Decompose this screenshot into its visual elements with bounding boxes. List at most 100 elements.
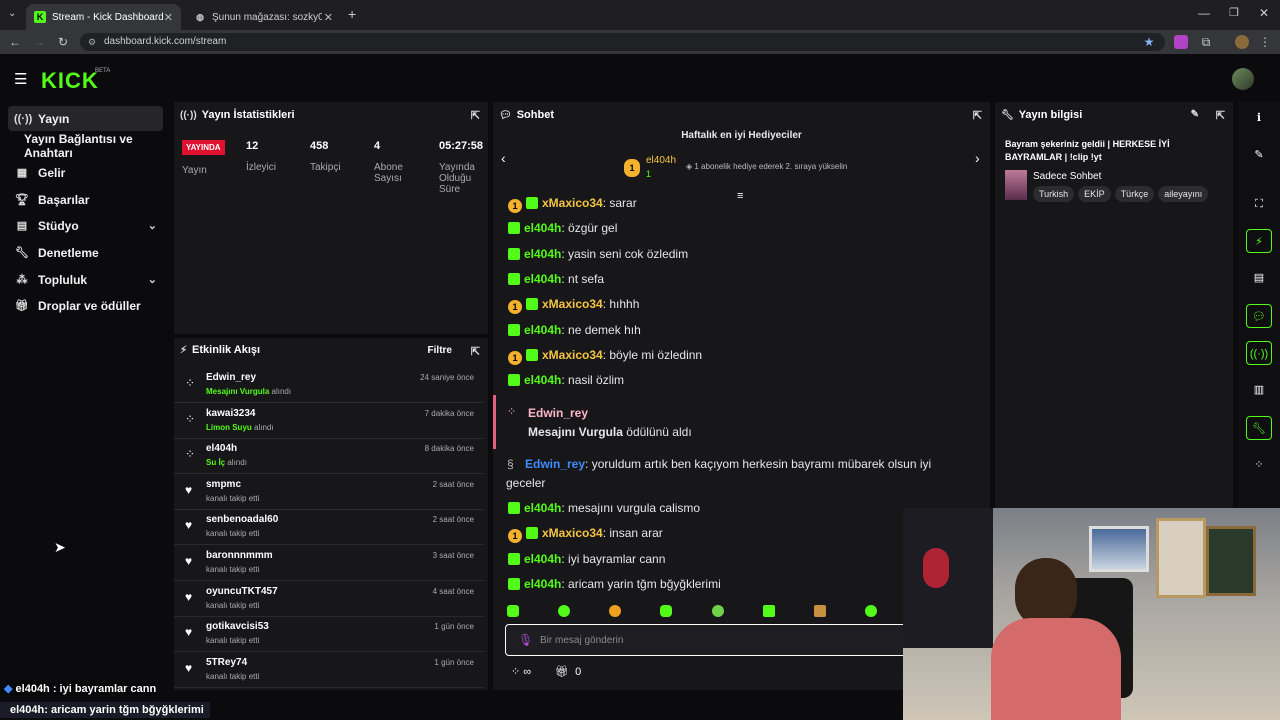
sidebar-item-stream[interactable]: ((·)) Yayın [8,106,163,131]
clipboard-icon[interactable]: ▤ [1246,266,1272,290]
minimize-icon[interactable]: — [1198,6,1210,20]
layout-icon[interactable]: ▥ [1246,378,1272,402]
popout-icon[interactable]: ⇱ [471,109,480,122]
event-row[interactable]: ♥ oyuncuTKT457 kanalı takip etti 4 saat önc… [174,582,484,617]
info-icon[interactable]: ℹ [1246,106,1272,130]
event-username[interactable]: Edwin_rey [206,372,256,383]
tab-store[interactable]: ◍ Şunun mağazası: sozky0 | Yayın ✕ [186,4,341,30]
edit-pencil-icon[interactable]: ✎ [1191,109,1199,120]
event-time: 24 saniye önce [420,373,474,382]
event-row[interactable]: ♥ gotikavcisi53 kanalı takip etti 1 gün önc… [174,617,484,652]
event-username[interactable]: baronnnmmm [206,550,273,561]
broadcast-icon[interactable]: ((·)) [1246,341,1272,365]
chat-username[interactable]: el404h [524,323,561,337]
sidebar-item-achievements[interactable]: 🏆︎ Başarılar [8,187,163,212]
sidebar-item-studio[interactable]: ▤ Stüdyo ⌄ [8,213,163,238]
event-row[interactable]: ♥ 5TRey74 kanalı takip etti 1 gün önce [174,653,484,688]
close-icon[interactable]: ✕ [324,11,333,24]
chevron-right-icon[interactable]: › [975,150,980,166]
chat-username[interactable]: Edwin_rey [525,457,585,471]
event-username[interactable]: senbenoadal60 [206,514,278,525]
sidebar-item-community[interactable]: ⁂ Topluluk ⌄ [8,267,163,292]
event-row[interactable]: ⁘ Edwin_rey Mesajını Vurgula alındı 24 sani… [174,368,484,403]
sidebar-item-revenue[interactable]: ▦ Gelir [8,160,163,185]
chat-input[interactable]: 🎙︎ Bir mesaj gönderin [505,624,925,656]
wrench-icon[interactable]: 🔧︎ [1246,416,1272,440]
close-icon[interactable]: ✕ [164,11,173,24]
category-name[interactable]: Sadece Sohbet [1033,171,1101,182]
chat-username[interactable]: el404h [524,221,561,235]
event-username[interactable]: oyuncuTKT457 [206,586,278,597]
emote-icon[interactable] [558,605,571,617]
collapse-icon[interactable]: ≡ [737,190,743,202]
chat-username[interactable]: el404h [524,272,561,286]
popout-icon[interactable]: ⇱ [973,109,982,122]
tag[interactable]: Turkish [1033,186,1075,202]
emote-icon[interactable] [711,605,724,617]
emote-icon[interactable] [507,605,519,617]
lightning-icon[interactable]: ⚡︎ [1246,229,1272,253]
tag[interactable]: Türkçe [1114,186,1155,202]
top-gifter-name[interactable]: el404h [646,155,676,166]
popout-icon[interactable]: ⇱ [471,345,480,358]
chat-username[interactable]: el404h [524,577,561,591]
emote-icon[interactable] [762,605,775,617]
tag[interactable]: EKİP [1078,186,1111,202]
filter-button[interactable]: Filtre [428,345,452,356]
chat-username[interactable]: xMaxico34 [542,297,603,311]
reward-user[interactable]: Edwin_rey [528,406,588,420]
hamburger-menu-icon[interactable]: ☰ [14,70,27,88]
window-close-icon[interactable]: ✕ [1259,6,1269,20]
extension-icon[interactable] [1174,35,1188,49]
chat-username[interactable]: el404h [524,552,561,566]
chat-username[interactable]: xMaxico34 [542,526,603,540]
chat-bubble-icon[interactable]: 💬︎ [1246,304,1272,328]
screen-icon[interactable]: ⛶ [1246,192,1272,216]
bookmark-star-icon[interactable]: ★ [1142,35,1156,49]
popout-icon[interactable]: ⇱ [1216,109,1225,122]
event-username[interactable]: 5TRey74 [206,657,247,668]
event-row[interactable]: ♥ smpmc kanalı takip etti 2 saat önce [174,475,484,510]
new-tab-icon[interactable]: + [348,6,356,22]
emote-icon[interactable] [813,605,826,617]
emote-icon[interactable] [660,605,673,617]
reward-icon[interactable]: ⁘ [1246,453,1272,477]
emote-icon[interactable] [864,605,877,617]
chevron-left-icon[interactable]: ‹ [501,150,506,166]
chat-username[interactable]: el404h [524,247,561,261]
chat-username[interactable]: xMaxico34 [542,348,603,362]
tab-stream-dashboard[interactable]: K Stream - Kick Dashboard ✕ [26,4,181,30]
event-row[interactable]: ♥ senbenoadal60 kanalı takip etti 2 saat ön… [174,510,484,545]
chat-username[interactable]: xMaxico34 [542,196,603,210]
event-row[interactable]: ♥ baronnnmmm kanalı takip etti 3 saat önce [174,546,484,581]
gift-counter[interactable]: 🎁︎ 0 [555,665,581,678]
points-icon[interactable]: ⁘ ∞ [511,665,531,678]
site-info-icon[interactable]: ⚙ [88,33,96,51]
extensions-puzzle-icon[interactable]: ⧉ [1199,35,1213,49]
url-field[interactable]: ⚙ dashboard.kick.com/stream [80,33,1165,51]
emote-icon[interactable] [609,605,622,617]
event-username[interactable]: gotikavcisi53 [206,621,269,632]
microphone-icon[interactable]: 🎙︎ [518,633,533,647]
event-username[interactable]: el404h [206,443,237,454]
event-row[interactable]: ⁘ kawai3234 Limon Suyu alındı 7 dakika önce [174,404,484,439]
event-username[interactable]: smpmc [206,479,241,490]
user-avatar[interactable] [1232,68,1254,90]
forward-icon[interactable]: → [32,35,46,49]
profile-avatar-icon[interactable] [1235,35,1249,49]
reload-icon[interactable]: ↻ [56,35,70,49]
back-icon[interactable]: ← [8,35,22,49]
restore-icon[interactable]: ❐ [1229,6,1239,19]
chat-username[interactable]: el404h [524,501,561,515]
browser-menu-icon[interactable]: ⋮ [1258,35,1272,49]
sidebar-item-drops[interactable]: 🎁︎ Droplar ve ödüller [8,293,163,318]
edit-icon[interactable]: ✎ [1246,143,1272,167]
kick-logo[interactable]: KICK [41,68,99,94]
event-username[interactable]: kawai3234 [206,408,256,419]
tab-search-icon[interactable]: ⌄ [8,8,16,19]
sidebar-item-stream-key[interactable]: Yayın Bağlantısı ve Anahtarı [8,132,168,160]
sidebar-item-moderation[interactable]: 🔧︎ Denetleme [8,240,163,265]
tag[interactable]: aileyayını [1158,186,1209,202]
chat-username[interactable]: el404h [524,373,561,387]
event-row[interactable]: ⁘ el404h Su İç alındı 8 dakika önce [174,439,484,474]
